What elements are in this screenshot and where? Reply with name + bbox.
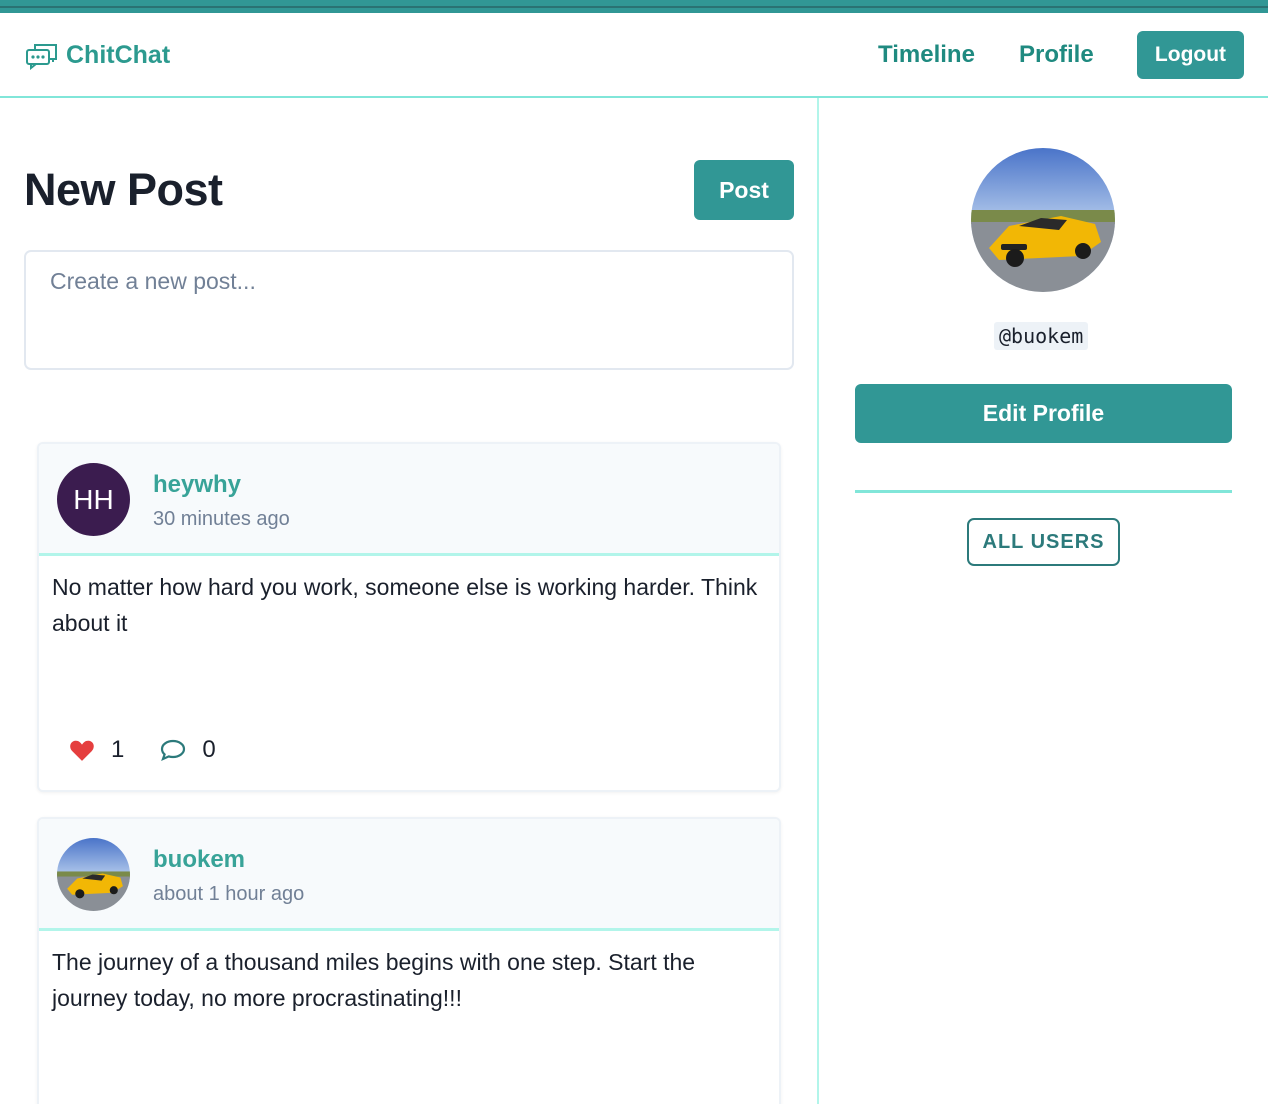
heart-icon[interactable]	[69, 738, 95, 762]
new-post-heading: New Post	[24, 164, 223, 215]
top-navbar: ChitChat Timeline Profile Logout	[0, 0, 1268, 98]
post-body: The journey of a thousand miles begins w…	[52, 949, 696, 1011]
chat-bubbles-icon	[26, 43, 57, 70]
sidebar-divider	[855, 490, 1232, 493]
car-photo-icon	[57, 838, 130, 911]
post-header: buokem about 1 hour ago	[39, 819, 779, 931]
nav-timeline-link[interactable]: Timeline	[878, 41, 975, 69]
profile-avatar[interactable]	[971, 148, 1115, 292]
post-card: HH heywhy 30 minutes ago No matter how h…	[37, 442, 781, 792]
new-post-input[interactable]	[24, 250, 794, 370]
nav-profile-link[interactable]: Profile	[1019, 41, 1094, 69]
post-body: No matter how hard you work, someone els…	[52, 574, 758, 636]
post-actions: 1 0	[69, 736, 216, 764]
avatar[interactable]	[57, 838, 130, 911]
all-users-button[interactable]: ALL USERS	[967, 518, 1120, 566]
post-username[interactable]: buokem	[153, 846, 245, 874]
post-username[interactable]: heywhy	[153, 471, 241, 499]
avatar[interactable]: HH	[57, 463, 130, 536]
logout-button[interactable]: Logout	[1137, 31, 1244, 79]
post-time: about 1 hour ago	[153, 883, 305, 905]
brand-name[interactable]: ChitChat	[66, 41, 170, 70]
car-photo-icon	[971, 148, 1115, 292]
comment-count: 0	[202, 736, 216, 763]
like-count: 1	[111, 736, 125, 763]
post-submit-button[interactable]: Post	[694, 160, 794, 220]
brand-link[interactable]: ChitChat	[25, 41, 170, 70]
post-time: 30 minutes ago	[153, 508, 290, 530]
column-divider	[817, 98, 819, 1104]
edit-profile-button[interactable]: Edit Profile	[855, 384, 1232, 443]
post-card: buokem about 1 hour ago The journey of a…	[37, 817, 781, 1104]
post-header: HH heywhy 30 minutes ago	[39, 444, 779, 556]
comment-icon[interactable]	[160, 738, 186, 762]
profile-handle: @buokem	[994, 322, 1089, 350]
